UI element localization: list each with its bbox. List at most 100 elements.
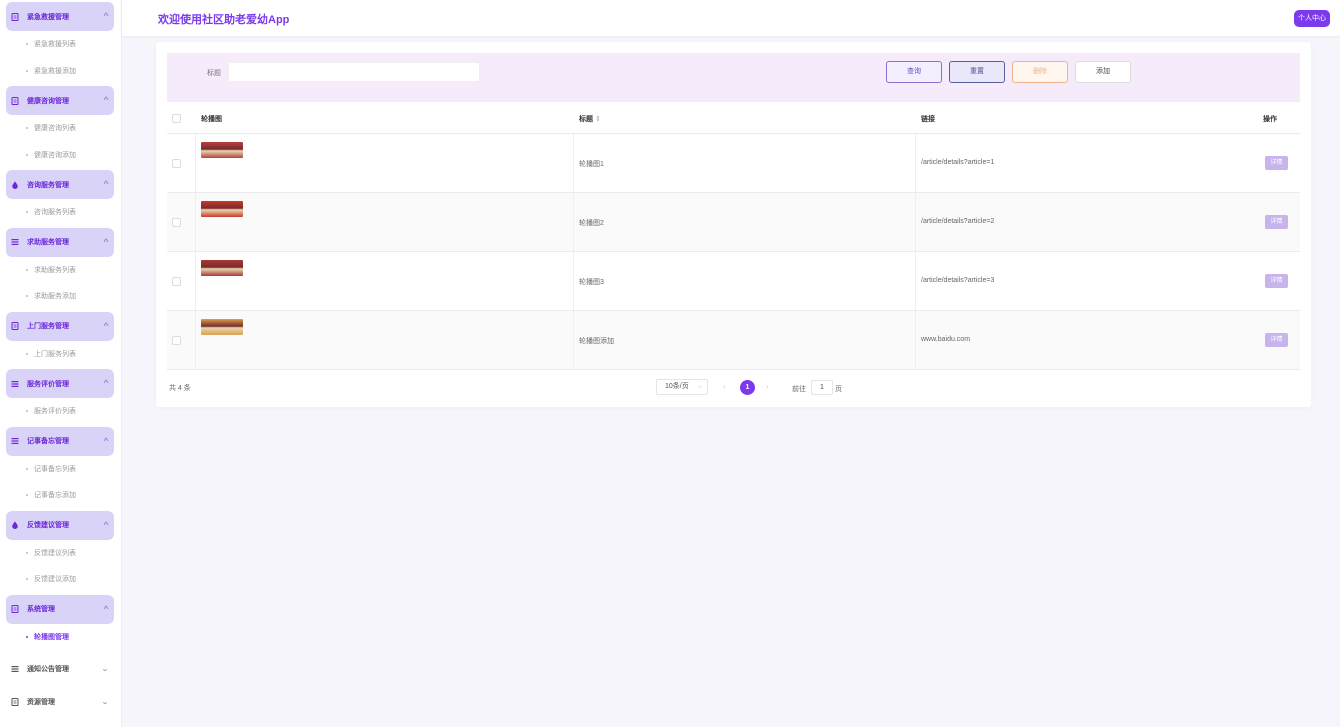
menu-group-header[interactable]: 反馈建议管理 ^ (6, 510, 114, 540)
chevron-up-icon: ^ (103, 322, 109, 330)
menu-sub-item[interactable]: 反馈建议添加 (0, 566, 121, 593)
header-title[interactable]: 标题 ⇕ (579, 114, 601, 124)
bullet-icon (26, 268, 28, 271)
menu-sub-item[interactable]: 求助服务添加 (0, 283, 121, 310)
menu-group-header[interactable]: 记事备忘管理 ^ (6, 426, 114, 456)
menu-sub-item-label: 求助服务列表 (34, 266, 76, 274)
menu-sub-item-label: 紧急救援列表 (34, 41, 76, 49)
column-divider (573, 252, 574, 310)
chevron-down-icon: ⌄ (101, 698, 109, 706)
menu-sub-item[interactable]: 反馈建议列表 (0, 540, 121, 567)
row-link: www.baidu.com (921, 336, 971, 343)
column-divider (195, 311, 196, 369)
title-search-input[interactable] (228, 62, 480, 82)
menu-group-label: 服务评价管理 (27, 380, 69, 388)
menu-group-header[interactable]: 上门服务管理 ^ (6, 311, 114, 341)
column-divider (195, 193, 196, 251)
row-checkbox[interactable] (172, 218, 181, 227)
menu-sub-item[interactable]: 紧急救援列表 (0, 31, 121, 58)
table-row: 轮播图1/article/details?article=1 详情 (167, 134, 1300, 193)
menu-group-header[interactable]: 求助服务管理 ^ (6, 227, 114, 257)
header-title-label: 标题 (579, 116, 593, 123)
add-button[interactable]: 添加 (1075, 61, 1131, 83)
menu-group-header[interactable]: 咨询服务管理 ^ (6, 170, 114, 199)
menu-sub-item[interactable]: 健康咨询列表 (0, 115, 121, 142)
menu-group-label: 反馈建议管理 (27, 522, 69, 529)
menu-group-header[interactable]: 服务评价管理 ^ (6, 369, 114, 398)
reset-button[interactable]: 重置 (949, 61, 1005, 83)
drop-icon (10, 521, 19, 530)
row-title: 轮播图添加 (579, 338, 614, 345)
row-title: 轮播图3 (579, 279, 604, 286)
column-divider (195, 252, 196, 310)
bullet-icon (26, 69, 28, 72)
menu-sub-item[interactable]: 记事备忘列表 (0, 456, 121, 483)
table-header: 轮播图 标题 ⇕ 链接 操作 (167, 102, 1300, 134)
carousel-thumbnail[interactable] (201, 319, 243, 335)
row-checkbox[interactable] (172, 277, 181, 286)
menu-sub-item[interactable]: 紧急救援添加 (0, 58, 121, 85)
sidebar: 紧急救援管理 ^ 紧急救援列表 紧急救援添加 健康咨询管理 ^ 健康咨询列表 健康咨询添加 咨询… (0, 0, 122, 727)
row-link: /article/details?article=2 (921, 218, 995, 225)
menu-group: 健康咨询管理 ^ 健康咨询列表健康咨询添加 (0, 86, 121, 168)
menu-group-label: 通知公告管理 (27, 665, 69, 673)
sort-icon[interactable]: ⇕ (595, 116, 601, 123)
carousel-thumbnail[interactable] (201, 260, 243, 276)
row-title: 轮播图2 (579, 220, 604, 227)
page-size-select[interactable]: 10条/页 ⌵ (656, 379, 708, 395)
menu-group-label: 紧急救援管理 (27, 13, 69, 21)
row-checkbox[interactable] (172, 336, 181, 345)
menu-group-header[interactable]: 健康咨询管理 ^ (6, 86, 114, 115)
query-button[interactable]: 查询 (886, 61, 942, 83)
menu-group-label: 系统管理 (27, 606, 55, 613)
menu-sub-item[interactable]: 服务评价列表 (0, 398, 121, 425)
profile-center-button[interactable]: 个人中心 (1294, 10, 1330, 27)
menu-sub-item[interactable]: 轮播图管理 (0, 624, 121, 651)
menu-sub-item[interactable]: 上门服务列表 (0, 341, 121, 368)
doc-icon (10, 697, 19, 706)
carousel-thumbnail[interactable] (201, 142, 243, 158)
current-page[interactable]: 1 (740, 380, 755, 395)
next-page-icon[interactable]: › (766, 382, 769, 391)
header-image: 轮播图 (201, 116, 222, 123)
row-checkbox[interactable] (172, 159, 181, 168)
menu-sub-item[interactable]: 求助服务列表 (0, 257, 121, 284)
menu-group: 资源管理 ⌄ (0, 687, 121, 716)
menu-sub-item-label: 上门服务列表 (34, 350, 76, 358)
menu-group-header[interactable]: 紧急救援管理 ^ (6, 2, 114, 31)
prev-page-icon[interactable]: ‹ (723, 382, 726, 391)
chevron-up-icon: ^ (103, 97, 109, 104)
detail-button[interactable]: 详情 (1265, 156, 1288, 170)
table-row: 轮播图添加 www.baidu.com 详情 (167, 311, 1300, 370)
menu-group: 系统管理 ^ 轮播图管理 (0, 594, 121, 651)
goto-label: 前往 (792, 386, 806, 393)
total-count: 共 4 条 (169, 385, 191, 392)
bullet-icon (26, 494, 28, 497)
menu-group: 紧急救援管理 ^ 紧急救援列表紧急救援添加 (0, 2, 121, 84)
menu-sub-item[interactable]: 咨询服务列表 (0, 199, 121, 226)
menu-sub-item-label: 记事备忘列表 (34, 465, 76, 473)
column-divider (573, 193, 574, 251)
chevron-up-icon: ^ (103, 181, 109, 188)
menu-sub-item-label: 健康咨询添加 (34, 151, 76, 159)
menu-sub-item[interactable]: 健康咨询添加 (0, 142, 121, 169)
bullet-icon (26, 352, 28, 355)
menu-group: 记事备忘管理 ^ 记事备忘列表记事备忘添加 (0, 426, 121, 509)
delete-button[interactable]: 删除 (1012, 61, 1068, 83)
detail-button[interactable]: 详情 (1265, 274, 1288, 288)
goto-page-input[interactable]: 1 (811, 380, 833, 395)
menu-sub-item[interactable]: 记事备忘添加 (0, 482, 121, 509)
menu-group-header[interactable]: 通知公告管理 ⌄ (6, 654, 114, 683)
carousel-thumbnail[interactable] (201, 201, 243, 217)
menu-group-header[interactable]: 系统管理 ^ (6, 594, 114, 624)
detail-button[interactable]: 详情 (1265, 333, 1288, 347)
menu-group-label: 咨询服务管理 (27, 181, 69, 189)
menu-group-header[interactable]: 资源管理 ⌄ (6, 687, 114, 716)
detail-button[interactable]: 详情 (1265, 215, 1288, 229)
menu-group: 服务评价管理 ^ 服务评价列表 (0, 369, 121, 425)
doc-icon (10, 12, 19, 21)
select-all-checkbox[interactable] (172, 114, 181, 123)
menu-group-label: 资源管理 (27, 698, 55, 706)
app-title: 欢迎使用社区助老爱幼App (158, 14, 290, 26)
bullet-icon (26, 295, 28, 298)
